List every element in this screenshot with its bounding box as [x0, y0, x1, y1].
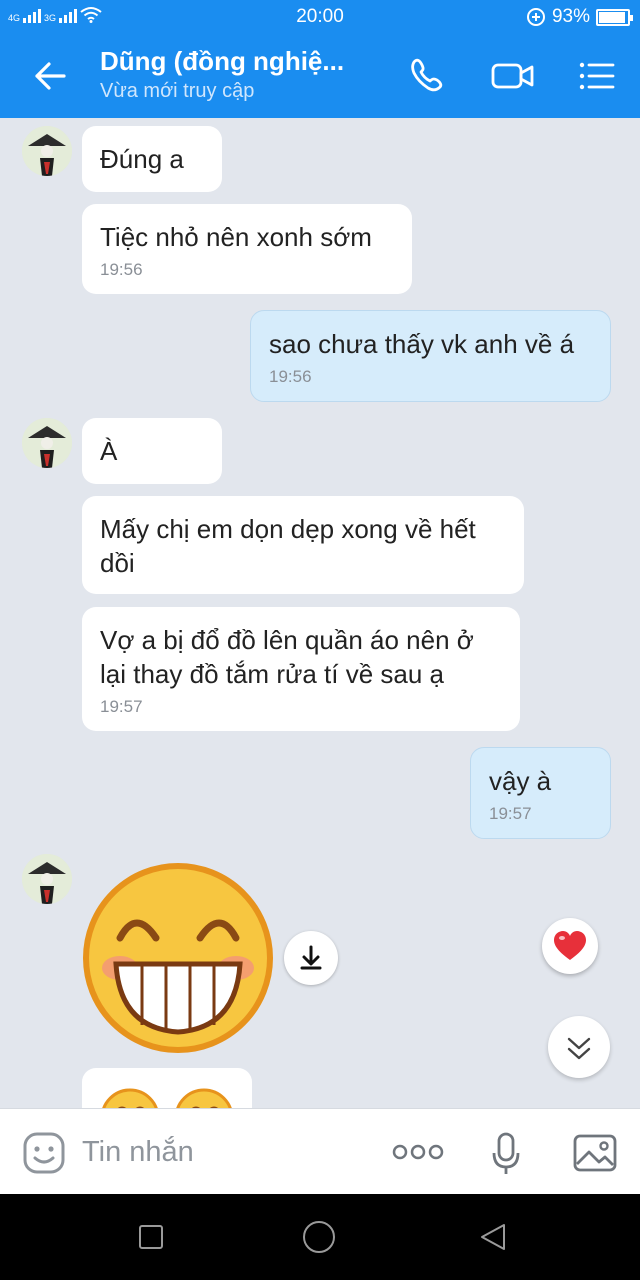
message-time: 19:56 — [269, 367, 312, 386]
chevron-double-down-icon — [567, 1037, 591, 1060]
message-input[interactable]: Tin nhắn — [82, 1136, 194, 1169]
scroll-down-button[interactable] — [548, 1016, 610, 1078]
message-bubble[interactable]: Tiệc nhỏ nên xonh sớm 19:56 — [82, 204, 412, 294]
avatar[interactable] — [22, 854, 72, 904]
grinning-face-sticker[interactable] — [80, 860, 276, 1056]
battery-percent: 93% — [551, 6, 590, 27]
battery-fill — [599, 11, 625, 23]
image-icon[interactable] — [572, 1133, 618, 1173]
recent-apps-icon[interactable] — [138, 1224, 164, 1250]
message-bubble[interactable]: sao chưa thấy vk anh về á 19:56 — [250, 310, 611, 402]
message-text: Vợ a bị đổ đồ lên quần áo nên ở lại thay… — [100, 625, 474, 689]
contact-name[interactable]: Dũng (đồng nghiệ... — [100, 46, 344, 77]
microphone-icon[interactable] — [490, 1131, 522, 1177]
back-arrow-icon[interactable] — [30, 56, 70, 96]
message-text: À — [100, 436, 118, 466]
emoji-icon[interactable] — [22, 1131, 66, 1175]
system-nav-bar — [0, 1194, 640, 1280]
avatar[interactable] — [22, 126, 72, 176]
status-right: 93% — [526, 6, 633, 28]
reaction-button[interactable] — [542, 918, 598, 974]
home-icon[interactable] — [302, 1220, 336, 1254]
message-text: vậy à — [489, 766, 552, 796]
download-icon — [300, 945, 322, 970]
sticker-bubble[interactable] — [82, 1068, 252, 1108]
avatar[interactable] — [22, 418, 72, 468]
phone-icon[interactable] — [406, 56, 448, 96]
menu-list-icon[interactable] — [576, 56, 618, 96]
battery-icon — [596, 8, 633, 26]
message-bubble[interactable]: Vợ a bị đổ đồ lên quần áo nên ở lại thay… — [82, 607, 520, 731]
data-saver-icon — [526, 8, 545, 26]
message-bubble[interactable]: vậy à 19:57 — [470, 747, 611, 839]
chat-area[interactable]: Đúng a Tiệc nhỏ nên xonh sớm 19:56 sao c… — [0, 118, 640, 1108]
smiling-faces-sticker — [102, 1088, 232, 1108]
message-bubble[interactable]: Mấy chị em dọn dẹp xong về hết dồi — [82, 496, 524, 594]
status-bar: 4G 3G 20:00 93% — [0, 0, 640, 34]
download-button[interactable] — [284, 931, 338, 985]
back-triangle-icon[interactable] — [478, 1222, 508, 1252]
message-time: 19:56 — [100, 260, 143, 279]
message-text: Đúng a — [100, 144, 184, 174]
message-input-bar: Tin nhắn — [0, 1108, 640, 1194]
chat-header: Dũng (đồng nghiệ... Vừa mới truy cập — [0, 34, 640, 118]
message-time: 19:57 — [100, 697, 143, 716]
message-bubble[interactable]: À — [82, 418, 222, 484]
contact-status: Vừa mới truy cập — [100, 80, 255, 102]
message-text: Tiệc nhỏ nên xonh sớm — [100, 222, 372, 252]
message-time: 19:57 — [489, 804, 532, 823]
message-bubble[interactable]: Đúng a — [82, 126, 222, 192]
message-text: Mấy chị em dọn dẹp xong về hết dồi — [100, 514, 476, 578]
contact-avatar-icon — [22, 854, 72, 904]
contact-avatar-icon — [22, 418, 72, 468]
heart-icon — [554, 931, 586, 960]
more-dots-icon[interactable] — [392, 1141, 444, 1163]
message-text: sao chưa thấy vk anh về á — [269, 329, 575, 359]
contact-avatar-icon — [22, 126, 72, 176]
video-call-icon[interactable] — [490, 56, 536, 96]
